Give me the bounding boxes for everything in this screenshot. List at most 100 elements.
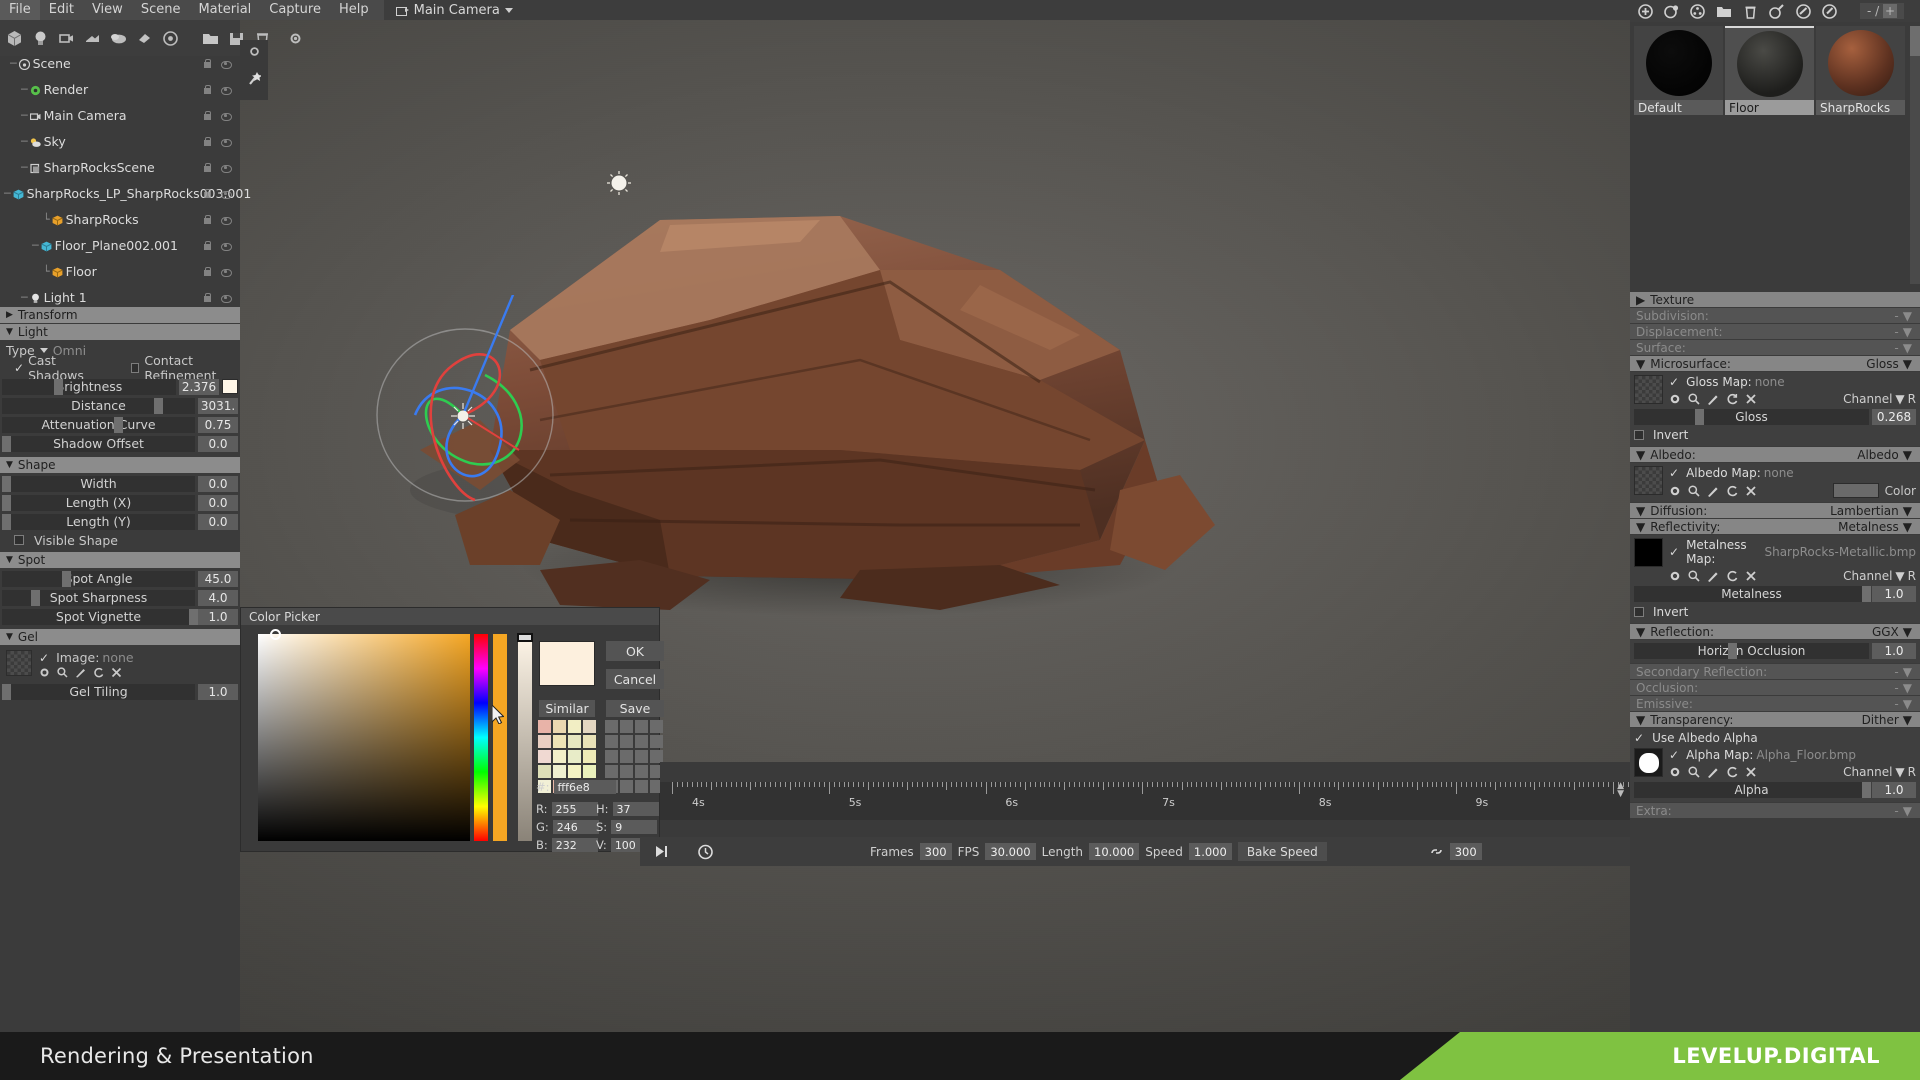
horizon-occlusion-slider[interactable]: Horizon Occlusion: [1634, 643, 1869, 659]
field-input[interactable]: 246: [552, 820, 599, 834]
light-knob[interactable]: [2, 435, 11, 452]
alpha-map-thumbnail[interactable]: [1634, 748, 1663, 777]
similar-swatch[interactable]: [568, 765, 581, 778]
gloss-value[interactable]: 0.268: [1872, 409, 1916, 425]
search-icon-gloss[interactable]: [1688, 393, 1700, 405]
metalness-slider[interactable]: Metalness: [1634, 586, 1871, 602]
spot-value[interactable]: 45.0: [198, 570, 238, 587]
spot-knob[interactable]: [189, 608, 199, 625]
eye-icon[interactable]: [221, 266, 232, 277]
light-knob[interactable]: [113, 416, 123, 433]
similar-swatch[interactable]: [553, 750, 566, 763]
lock-icon[interactable]: [203, 266, 212, 277]
saturation-value-area[interactable]: [258, 629, 470, 841]
gear-icon-gel[interactable]: [39, 667, 50, 678]
lock-icon[interactable]: [203, 162, 212, 173]
material-preview[interactable]: [1816, 26, 1905, 100]
close-icon-gel[interactable]: [111, 667, 122, 678]
light-value[interactable]: 2.376: [179, 378, 219, 395]
magic-wand-icon[interactable]: [244, 68, 265, 89]
chevron-down-icon-diffusion-mode[interactable]: ▼: [1903, 504, 1912, 518]
spot-row-spot-angle[interactable]: Spot Angle 45.0: [0, 569, 240, 588]
tree-item-toggles[interactable]: [203, 162, 232, 173]
material-preview[interactable]: [1634, 26, 1723, 100]
microsurface-mode[interactable]: Gloss: [1866, 357, 1898, 371]
similar-swatch[interactable]: [553, 765, 566, 778]
check-icon-alpha-map[interactable]: ✓: [1669, 748, 1679, 762]
chevron-down-icon-albedo-mode[interactable]: ▼: [1903, 448, 1912, 462]
chevron-down-icon[interactable]: ▼: [1903, 697, 1912, 711]
saved-swatch[interactable]: [605, 720, 618, 733]
material-scrollbar-thumb[interactable]: [1910, 26, 1920, 56]
section-transform[interactable]: ▶ Transform: [0, 307, 240, 323]
scene-tree[interactable]: ─ Scene ─ Render ─ Main Camera ─ Sky ─ SharpRocks…: [0, 56, 251, 357]
eraser-icon[interactable]: [136, 28, 153, 49]
gel-tiling-value[interactable]: 1.0: [198, 683, 238, 700]
material-counter[interactable]: - / +: [1860, 3, 1905, 19]
chevron-down-icon-micro-mode[interactable]: ▼: [1903, 357, 1912, 371]
duplicate-material-icon[interactable]: [1664, 4, 1679, 19]
gel-tiling-slider[interactable]: Gel Tiling: [2, 683, 195, 700]
similar-swatch[interactable]: [538, 720, 551, 733]
gloss-slider-row[interactable]: Gloss 0.268: [1634, 409, 1916, 425]
light-gizmo-bulb[interactable]: [606, 170, 632, 196]
search-icon-albedo[interactable]: [1688, 484, 1700, 497]
shape-slider[interactable]: Length (X): [2, 494, 195, 511]
refresh-icon-gloss[interactable]: [1726, 393, 1738, 405]
refresh-icon-metalness[interactable]: [1726, 570, 1738, 582]
alpha-knob[interactable]: [1861, 782, 1871, 798]
spot-value[interactable]: 4.0: [198, 589, 238, 606]
metalness-value[interactable]: 1.0: [1872, 586, 1916, 602]
gloss-channel[interactable]: Channel ▼ R: [1843, 392, 1916, 406]
similar-swatch[interactable]: [583, 750, 596, 763]
menu-help[interactable]: Help: [330, 0, 378, 20]
albedo-mode[interactable]: Albedo: [1857, 448, 1899, 462]
active-camera-selector[interactable]: Main Camera: [384, 3, 513, 18]
hex-input[interactable]: fff6e8: [553, 780, 616, 794]
light-transform-gizmo[interactable]: [375, 289, 575, 510]
tree-item-render[interactable]: ─ Render: [0, 82, 240, 97]
spot-row-spot-sharpness[interactable]: Spot Sharpness 4.0: [0, 588, 240, 607]
section-emissive[interactable]: Emissive: - ▼: [1630, 696, 1920, 711]
shape-value[interactable]: 0.0: [198, 513, 238, 530]
spot-row-spot-vignette[interactable]: Spot Vignette 1.0: [0, 607, 240, 626]
light-row-attenuation-curve[interactable]: Attenuation Curve 0.75: [0, 415, 240, 434]
section-secondary-reflection[interactable]: Secondary Reflection: - ▼: [1630, 664, 1920, 679]
transparency-mode[interactable]: Dither: [1862, 713, 1899, 727]
saved-swatch[interactable]: [620, 780, 633, 793]
light-knob[interactable]: [54, 378, 64, 395]
length-input[interactable]: 10.000: [1089, 843, 1140, 860]
section-occlusion[interactable]: Occlusion: - ▼: [1630, 680, 1920, 695]
gear-icon-2[interactable]: [244, 41, 265, 62]
material-item-sharprocks[interactable]: SharpRocks: [1816, 26, 1905, 126]
tree-item-light-1[interactable]: ─ Light 1: [0, 290, 240, 305]
eye-icon[interactable]: [221, 214, 232, 225]
shape-slider[interactable]: Width: [2, 475, 195, 492]
menu-edit[interactable]: Edit: [40, 0, 83, 20]
eye-icon[interactable]: [221, 240, 232, 251]
field-input[interactable]: 9: [611, 820, 658, 834]
shape-row-length-x[interactable]: Length (X) 0.0: [0, 493, 240, 512]
hue-bar[interactable]: [474, 634, 488, 841]
tree-item-toggles[interactable]: [203, 110, 232, 121]
chevron-down-icon-reflection-mode[interactable]: ▼: [1903, 625, 1912, 639]
metalness-map-thumbnail[interactable]: [1634, 538, 1663, 567]
camera-icon[interactable]: [58, 28, 75, 49]
material-scrollbar[interactable]: [1910, 26, 1920, 284]
tree-item-toggles[interactable]: [203, 240, 232, 251]
eyedropper-icon[interactable]: [1822, 3, 1837, 19]
shape-value[interactable]: 0.0: [198, 475, 238, 492]
eye-icon[interactable]: [221, 292, 232, 303]
light-icon[interactable]: [32, 28, 49, 49]
section-gel[interactable]: ▼ Gel: [0, 629, 240, 645]
section-extra[interactable]: Extra: - ▼: [1630, 803, 1920, 818]
visible-shape-row[interactable]: Visible Shape: [0, 531, 240, 549]
reflection-mode[interactable]: GGX: [1872, 625, 1899, 639]
timeline-ruler[interactable]: ▲ ▼ 4s 5s 6s 7s 8s 9s: [660, 782, 1630, 820]
timeline-panel[interactable]: ▲ ▼ 4s 5s 6s 7s 8s 9s: [660, 762, 1630, 837]
tree-item-scene[interactable]: ─ Scene: [0, 56, 240, 71]
lock-icon[interactable]: [203, 84, 212, 95]
chevron-down-icon-alpha-channel[interactable]: ▼: [1895, 765, 1904, 779]
trash-icon-mat[interactable]: [1743, 4, 1758, 19]
light-value[interactable]: 0.0: [198, 435, 238, 452]
